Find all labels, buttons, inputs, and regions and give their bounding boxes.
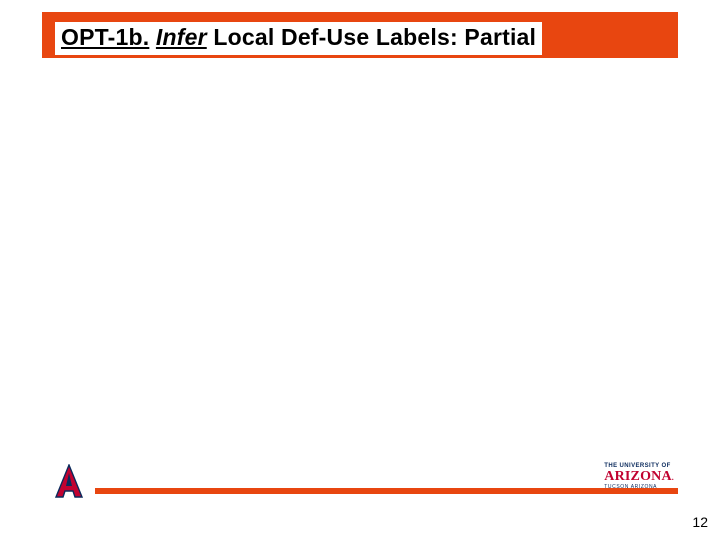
- arizona-wordmark: THE UNIVERSITY OF ARIZONA. TUCSON ARIZON…: [604, 463, 674, 490]
- footer-divider: [95, 488, 678, 494]
- arizona-a-logo-icon: [55, 464, 83, 498]
- title-italic: Infer: [156, 24, 207, 50]
- slide-title: OPT-1b. Infer Local Def-Use Labels: Part…: [55, 22, 542, 55]
- footer: [55, 462, 678, 498]
- wordmark-sub: TUCSON ARIZONA: [604, 485, 674, 490]
- wordmark-main: ARIZONA.: [604, 470, 674, 484]
- page-number: 12: [692, 514, 708, 530]
- title-rest: Local Def-Use Labels: Partial: [213, 24, 536, 50]
- title-prefix: OPT-1b.: [61, 24, 149, 50]
